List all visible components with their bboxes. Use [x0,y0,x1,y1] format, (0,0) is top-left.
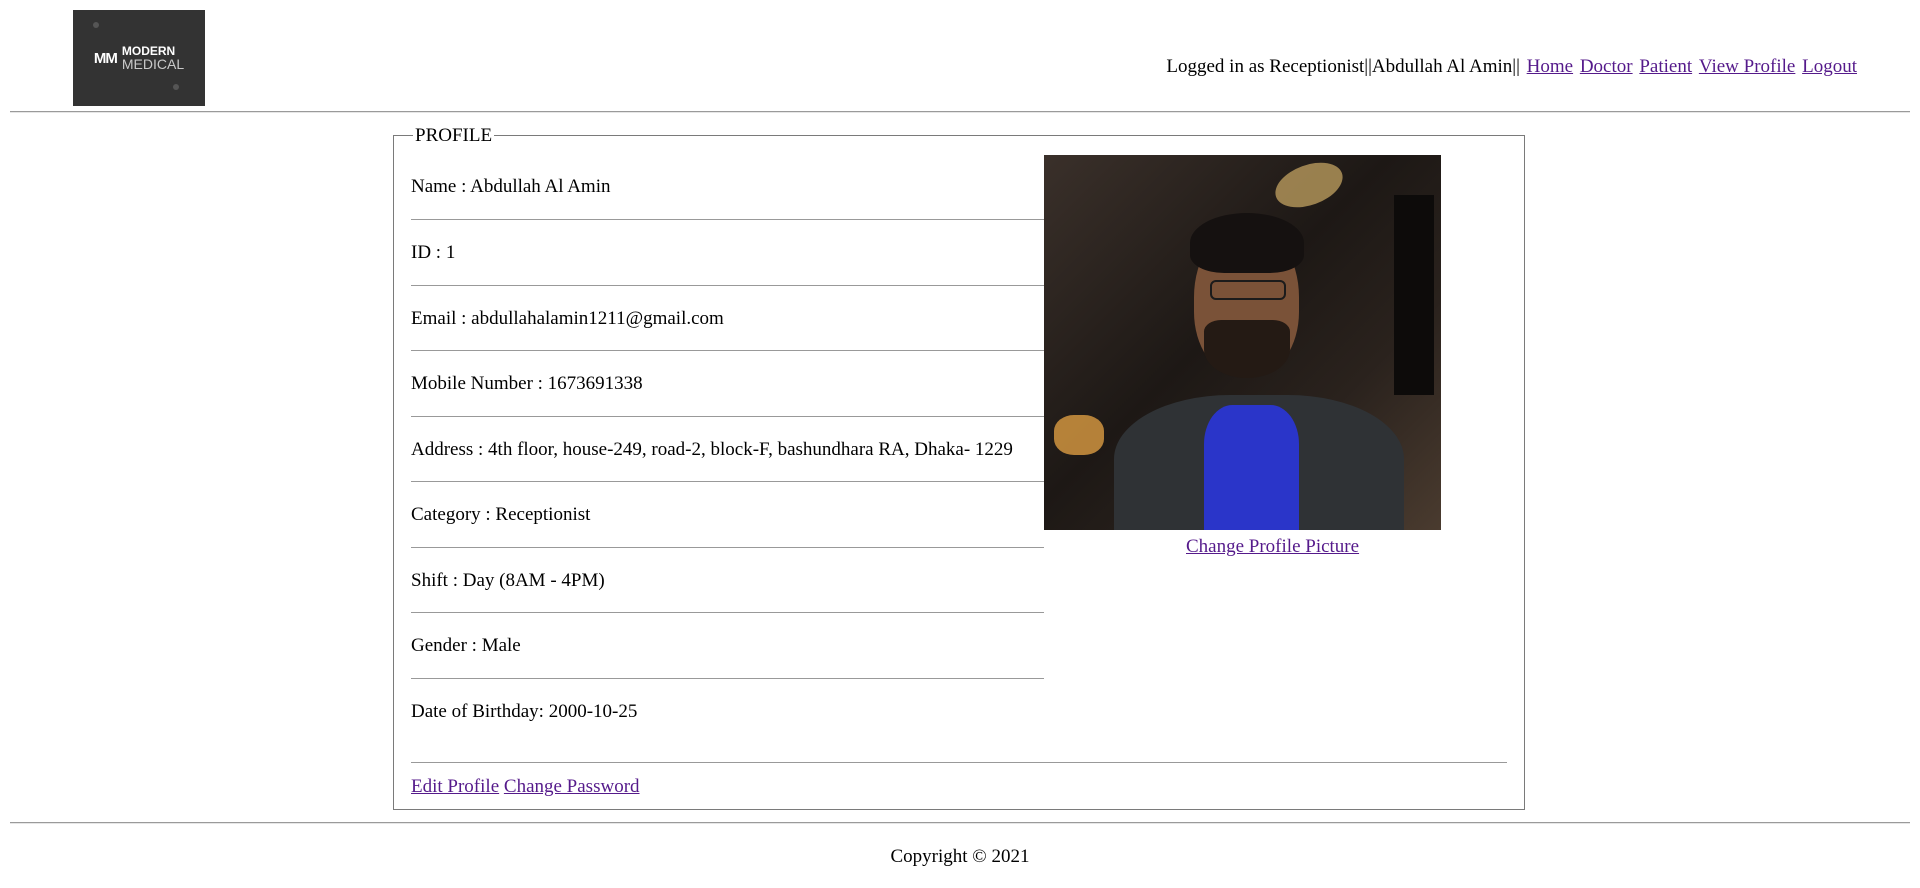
field-category: Category : Receptionist [411,504,591,525]
nav-patient-link[interactable]: Patient [1639,56,1692,77]
logo-mark: MM [93,49,118,67]
nav-home-link[interactable]: Home [1527,56,1573,77]
footer-divider [10,822,1910,824]
field-divider [411,678,1044,679]
edit-profile-link[interactable]: Edit Profile [411,776,499,797]
profile-actions: Edit Profile Change Password [411,776,640,798]
field-id: ID : 1 [411,242,456,263]
nav-view-profile-link[interactable]: View Profile [1699,56,1795,77]
footer-copyright: Copyright © 2021 [890,846,1030,867]
nav-logout-link[interactable]: Logout [1802,56,1857,77]
field-divider [411,612,1044,613]
field-divider [411,285,1044,286]
change-profile-picture-link[interactable]: Change Profile Picture [1186,536,1359,558]
field-divider [411,547,1044,548]
actions-divider [411,762,1507,763]
profile-photo [1044,155,1441,530]
login-status-text: Logged in as Receptionist||Abdullah Al A… [1166,56,1520,77]
field-name: Name : Abdullah Al Amin [411,176,611,197]
change-password-link[interactable]: Change Password [504,776,640,797]
field-divider [411,416,1044,417]
logo-word-medical: MEDICAL [121,56,185,72]
field-mobile: Mobile Number : 1673691338 [411,373,643,394]
nav-doctor-link[interactable]: Doctor [1580,56,1633,77]
header-divider [10,111,1910,113]
field-divider [411,219,1044,220]
top-nav: Logged in as Receptionist||Abdullah Al A… [1166,56,1857,78]
field-gender: Gender : Male [411,635,521,656]
field-address: Address : 4th floor, house-249, road-2, … [411,439,1013,460]
field-divider [411,350,1044,351]
field-email: Email : abdullahalamin1211@gmail.com [411,308,724,329]
site-logo: MM MODERN MEDICAL [73,10,205,106]
field-divider [411,481,1044,482]
profile-legend: PROFILE [413,125,495,147]
field-shift: Shift : Day (8AM - 4PM) [411,570,605,591]
field-dob: Date of Birthday: 2000-10-25 [411,701,638,722]
profile-fieldset: PROFILE Name : Abdullah Al Amin ID : 1 E… [393,125,1525,810]
